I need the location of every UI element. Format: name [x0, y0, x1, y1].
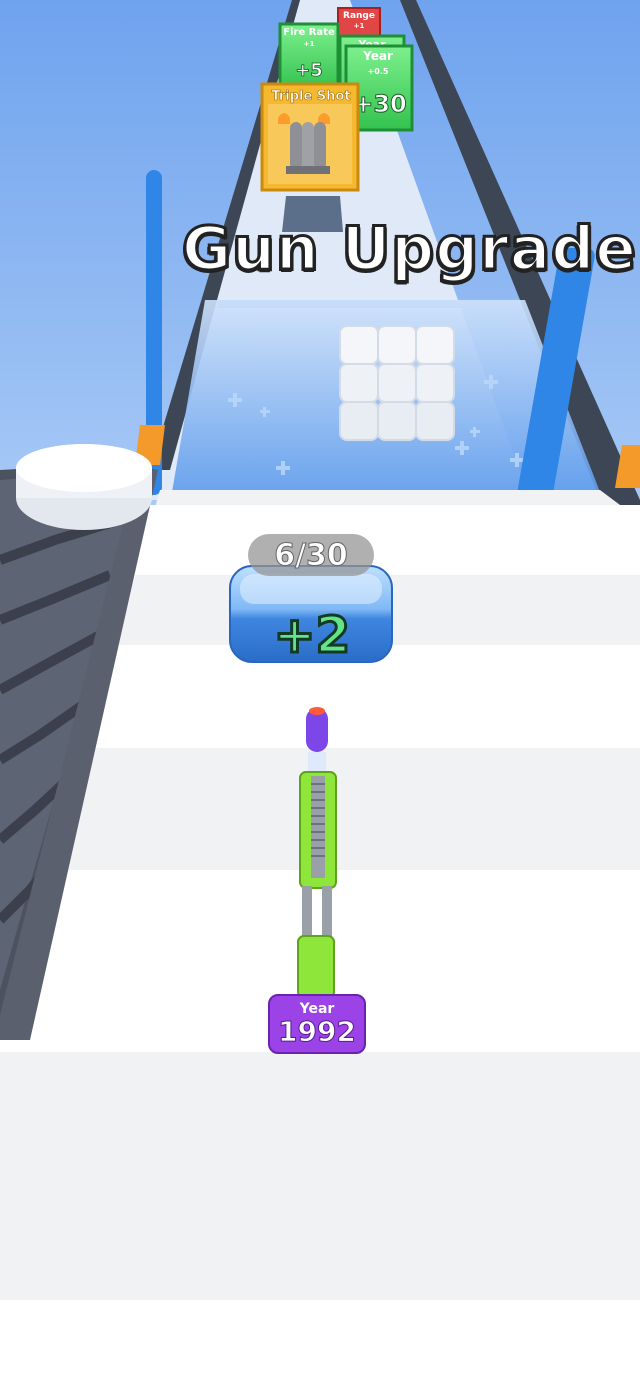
player-year-badge: Year 1992 [268, 994, 366, 1054]
floor-stripe [120, 505, 640, 575]
fire-rate-gate[interactable]: Fire Rate +1 +5 [278, 22, 340, 92]
fire-rate-gate-label: Fire Rate [283, 27, 335, 38]
scene-graphics: Range +1 Year 20 Year +0.5 +30 Fire Rate… [0, 0, 640, 1385]
triple-shot-gate-label: Triple Shot [271, 89, 350, 104]
year-gate-front-value: +30 [353, 90, 407, 118]
bottom-white-area [0, 1300, 640, 1385]
progress-counter: 6/30 [248, 534, 374, 576]
year-gate-front-sub: +0.5 [368, 67, 389, 76]
range-gate-label: Range [343, 11, 375, 21]
range-gate[interactable]: Range +1 [337, 7, 381, 39]
fire-rate-gate-sub: +1 [304, 40, 315, 48]
fire-rate-gate-value: +5 [295, 60, 323, 81]
year-gate-front-label: Year [362, 49, 393, 63]
year-badge-value: 1992 [278, 1015, 357, 1048]
game-scene[interactable]: Range +1 Year 20 Year +0.5 +30 Fire Rate… [0, 0, 640, 1385]
bonus-value-label: +2 [272, 605, 352, 666]
triple-shot-gate[interactable]: Triple Shot [260, 82, 360, 192]
gun-upgrade-title: Gun Upgrade [181, 213, 638, 286]
ice-cube-block[interactable] [339, 325, 455, 441]
range-gate-sub: +1 [354, 22, 365, 30]
